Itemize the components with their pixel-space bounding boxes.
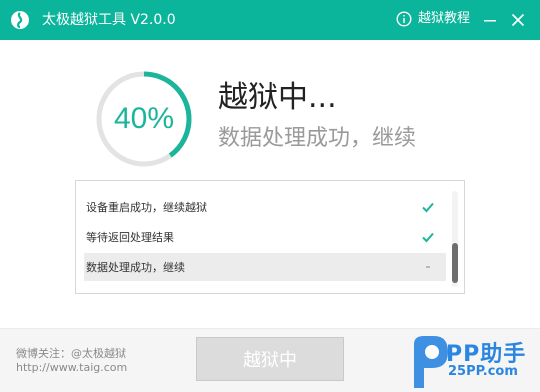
list-item: 设备重启成功，继续越狱 <box>84 193 446 221</box>
log-list: 设备重启成功，继续越狱 等待返回处理结果 数据处理成功，继续 <box>75 180 465 294</box>
jailbreak-button[interactable]: 越狱中 <box>196 337 344 381</box>
progress-percent: 40% <box>113 102 175 135</box>
status-title: 越狱中... <box>218 80 337 115</box>
title-bar: 太极越狱工具 V2.0.0 越狱教程 <box>0 0 540 40</box>
app-title: 太极越狱工具 V2.0.0 <box>42 12 176 28</box>
pending-indicator <box>426 266 430 268</box>
tutorial-label: 越狱教程 <box>418 11 471 26</box>
weibo-follow-text: 微博关注：@太极越狱 <box>16 347 126 360</box>
scrollbar-thumb[interactable] <box>452 243 458 283</box>
check-icon <box>422 232 434 243</box>
tutorial-link[interactable]: 越狱教程 <box>396 10 470 28</box>
log-item-text: 数据处理成功，继续 <box>86 261 185 274</box>
log-item-text: 等待返回处理结果 <box>86 231 174 244</box>
watermark-subtext: 25PP.com <box>448 364 518 379</box>
taichi-logo-icon <box>11 11 29 29</box>
info-icon <box>396 11 412 27</box>
website-link[interactable]: http://www.taig.com <box>16 361 127 374</box>
close-icon[interactable] <box>508 10 528 30</box>
check-icon <box>422 202 434 213</box>
log-item-text: 设备重启成功，继续越狱 <box>86 201 207 214</box>
scrollbar-track[interactable] <box>452 191 458 287</box>
status-subtitle: 数据处理成功，继续 <box>218 126 417 151</box>
minimize-icon[interactable] <box>480 10 500 30</box>
list-item-active: 数据处理成功，继续 <box>84 253 446 281</box>
list-item: 等待返回处理结果 <box>84 223 446 251</box>
